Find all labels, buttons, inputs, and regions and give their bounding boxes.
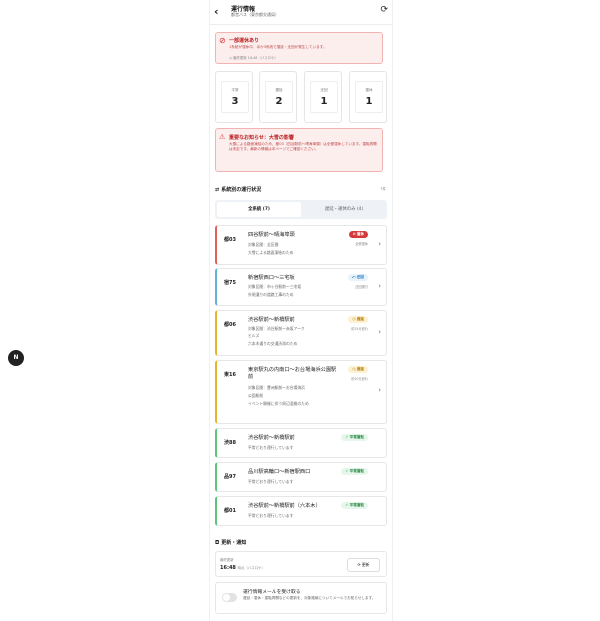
route-name: 四谷駅前〜晴海埠頭 bbox=[248, 232, 295, 238]
status-badge: ✓ 平常運転 bbox=[341, 468, 368, 475]
header: ‹ 運行情報 都営バス（東京都交通局） ⟳ bbox=[210, 0, 392, 25]
app-panel: ‹ 運行情報 都営バス（東京都交通局） ⟳ ⊘ 一部運休あり 1系統が運休中、ほ… bbox=[209, 0, 393, 621]
route-name: 品川駅高輪口〜新宿駅西口 bbox=[248, 469, 311, 475]
update-panel: 最終更新 16:48 時点（バスロケ） ⟳ 更新 bbox=[215, 551, 387, 577]
chevron-right-icon: › bbox=[378, 282, 381, 290]
route-desc: 平常どおり運行しています bbox=[248, 479, 294, 484]
stat-value: 2 bbox=[275, 96, 283, 107]
notification-icon: ◘ bbox=[215, 540, 220, 546]
update-label: 最終更新 bbox=[220, 558, 234, 562]
route-desc: 公園駅前 bbox=[248, 393, 264, 398]
status-badge: ✓ 平常運転 bbox=[341, 502, 368, 509]
stat-value: 1 bbox=[365, 96, 373, 107]
status-badge: ✓ 平常運転 bbox=[341, 434, 368, 441]
route-desc: 対象区間：渋谷駅前〜赤坂アーク bbox=[248, 326, 305, 331]
route-code: 都06 bbox=[224, 322, 236, 328]
route-code: 品97 bbox=[224, 474, 236, 480]
tab-disrupted-only[interactable]: 遅延・運休のみ (4) bbox=[303, 202, 385, 217]
stat-normal: 平常 3 bbox=[215, 71, 253, 123]
block-icon: ⊘ bbox=[219, 36, 226, 45]
update-time-suffix: 時点（バスロケ） bbox=[237, 566, 265, 570]
route-desc: 平常どおり運行しています bbox=[248, 445, 294, 450]
status-badge: ◷ 遅延 bbox=[348, 366, 368, 373]
status-sub: 約15分遅れ bbox=[351, 327, 368, 331]
update-section-title: ◘ 更新・通知 bbox=[215, 539, 246, 546]
route-code: 渋88 bbox=[224, 440, 236, 446]
route-card-higashi16[interactable]: 東16 東京駅丸の内南口〜お台場海浜公園駅前 対象区間：豊洲駅前〜お台場海浜 公… bbox=[215, 360, 387, 424]
route-code: 宿75 bbox=[224, 280, 236, 286]
warning-icon: ⚠ bbox=[219, 133, 226, 141]
tab-all-routes[interactable]: 全系統 (7) bbox=[217, 202, 301, 217]
status-badge: ⤺ 迂回 bbox=[347, 274, 368, 281]
route-name: 渋谷駅前〜新橋駅前 bbox=[248, 317, 295, 323]
route-desc: ヒルズ bbox=[248, 333, 260, 338]
stats-row: 平常 3 遅延 2 迂回 1 運休 1 bbox=[215, 71, 387, 123]
refresh-icon[interactable]: ⟳ bbox=[380, 5, 388, 15]
route-desc: 対象区間：豊洲駅前〜お台場海浜 bbox=[248, 385, 305, 390]
route-desc: 平常どおり運行しています bbox=[248, 513, 294, 518]
mail-title: 運行情報メールを受け取る bbox=[243, 590, 301, 595]
route-card-juku75[interactable]: 宿75 新宿駅西口〜三宅坂 対象区間：市ヶ谷駅前〜三宅坂 外堀通りの道路工事のた… bbox=[215, 268, 387, 306]
floating-action-button[interactable]: N bbox=[8, 350, 24, 366]
status-alert: ⊘ 一部運休あり 1系統が運休中、ほか3系統で運延・迂回が発生しています。 ◷ … bbox=[215, 32, 383, 64]
update-section-label: 更新・通知 bbox=[221, 540, 247, 546]
page-subtitle: 都営バス（東京都交通局） bbox=[231, 12, 279, 17]
route-card-shibu88[interactable]: 渋88 渋谷駅前〜新橋駅前 平常どおり運行しています ✓ 平常運転 bbox=[215, 428, 387, 458]
stat-label: 運休 bbox=[365, 88, 373, 92]
routes-count: 7件 bbox=[380, 187, 386, 191]
routes-icon: ⇄ bbox=[215, 187, 220, 193]
route-name: 新宿駅西口〜三宅坂 bbox=[248, 275, 295, 281]
route-name: 東京駅丸の内南口〜お台場海浜公園駅前 bbox=[248, 367, 337, 380]
route-filter-tabs: 全系統 (7) 遅延・運休のみ (4) bbox=[215, 200, 387, 219]
mail-toggle[interactable] bbox=[222, 593, 237, 602]
stat-delay: 遅延 2 bbox=[259, 71, 297, 123]
route-code: 東16 bbox=[224, 372, 236, 378]
route-desc: 対象区間：全区間 bbox=[248, 242, 279, 247]
stat-value: 1 bbox=[320, 96, 328, 107]
alert-description: 1系統が運休中、ほか3系統で運延・迂回が発生しています。 bbox=[229, 45, 327, 49]
chevron-right-icon: › bbox=[378, 328, 381, 336]
route-desc: 外堀通りの道路工事のため bbox=[248, 292, 294, 297]
route-desc: 対象区間：市ヶ谷駅前〜三宅坂 bbox=[248, 284, 302, 289]
chevron-right-icon: › bbox=[378, 240, 381, 248]
route-card-to03[interactable]: 都03 四谷駅前〜晴海埠頭 対象区間：全区間 大雪による路面凍結のため ⊘ 運休… bbox=[215, 225, 387, 265]
status-badge: ◷ 遅延 bbox=[348, 316, 368, 323]
status-sub: 迂回運行 bbox=[355, 285, 368, 289]
mail-description: 遅延・運休・運転再開などの更新を、対象路線についてメールでお知らせします。 bbox=[243, 596, 376, 600]
stat-label: 遅延 bbox=[275, 88, 283, 92]
stat-label: 迂回 bbox=[320, 88, 328, 92]
mail-subscription: 運行情報メールを受け取る 遅延・運休・運転再開などの更新を、対象路線についてメー… bbox=[215, 582, 387, 614]
notice-title: 重要なお知らせ：大雪の影響 bbox=[229, 135, 294, 141]
update-time: 16:48 時点（バスロケ） bbox=[220, 565, 265, 571]
route-name: 渋谷駅前〜新橋駅前（六本木） bbox=[248, 503, 321, 509]
stat-label: 平常 bbox=[231, 88, 239, 92]
routes-section-label: 系統別の運行状況 bbox=[221, 187, 262, 193]
alert-title: 一部運休あり bbox=[229, 38, 260, 44]
route-code: 都03 bbox=[224, 237, 236, 243]
refresh-button[interactable]: ⟳ 更新 bbox=[347, 558, 380, 572]
route-name: 渋谷駅前〜新橋駅前 bbox=[248, 435, 295, 441]
back-button[interactable]: ‹ bbox=[214, 5, 219, 18]
route-card-to01[interactable]: 都01 渋谷駅前〜新橋駅前（六本木） 平常どおり運行しています ✓ 平常運転 bbox=[215, 496, 387, 526]
update-time-value: 16:48 bbox=[220, 565, 236, 571]
status-sub: 全便運休 bbox=[355, 242, 368, 246]
notice-description: 大雪による路面凍結のため、都03（四谷駅前〜晴海埠頭）は全便運休しています。運転… bbox=[229, 142, 377, 151]
status-sub: 約10分遅れ bbox=[351, 377, 368, 381]
stat-suspended: 運休 1 bbox=[349, 71, 387, 123]
alert-updated: ◷ 最終更新 16:48（バスロケ） bbox=[229, 56, 278, 60]
route-card-to06[interactable]: 都06 渋谷駅前〜新橋駅前 対象区間：渋谷駅前〜赤坂アーク ヒルズ 六本木通りの… bbox=[215, 310, 387, 356]
route-desc: イベント開催に伴う周辺混雑のため bbox=[248, 401, 309, 406]
status-badge: ⊘ 運休 bbox=[348, 231, 368, 238]
chevron-right-icon: › bbox=[378, 386, 381, 394]
important-notice: ⚠ 重要なお知らせ：大雪の影響 大雪による路面凍結のため、都03（四谷駅前〜晴海… bbox=[215, 128, 383, 172]
stat-detour: 迂回 1 bbox=[304, 71, 342, 123]
route-desc: 大雪による路面凍結のため bbox=[248, 250, 294, 255]
route-card-shina97[interactable]: 品97 品川駅高輪口〜新宿駅西口 平常どおり運行しています ✓ 平常運転 bbox=[215, 462, 387, 492]
route-desc: 六本木通りの交通渋滞のため bbox=[248, 341, 298, 346]
stat-value: 3 bbox=[231, 96, 239, 107]
routes-section-title: ⇄ 系統別の運行状況 bbox=[215, 186, 261, 193]
route-code: 都01 bbox=[224, 508, 236, 514]
